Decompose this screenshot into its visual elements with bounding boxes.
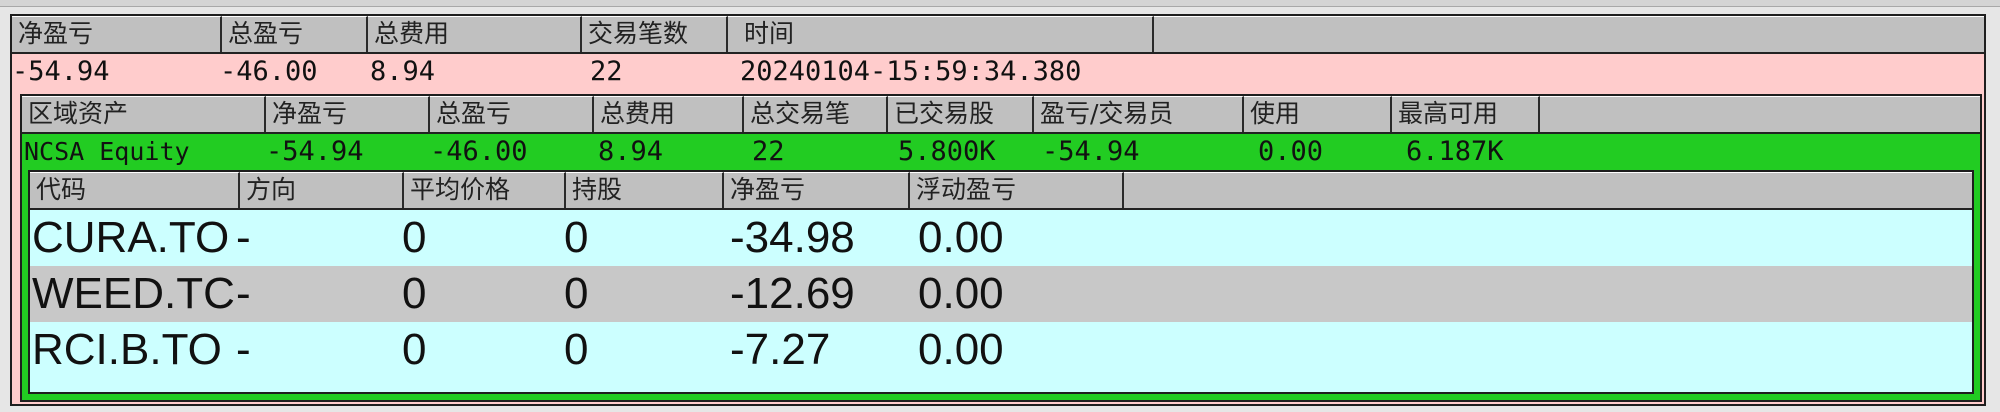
- summary-header-total-pnl[interactable]: 总盈亏: [222, 16, 368, 52]
- account-total-pnl-value: -46.00: [430, 136, 528, 167]
- account-header-row: 区域资产 净盈亏 总盈亏 总费用 总交易笔 已交易股 盈亏/交易员 使用 最高可…: [22, 96, 1980, 134]
- account-row[interactable]: NCSA Equity -54.94 -46.00 8.94 22 5.800K…: [22, 134, 1980, 170]
- position-avg-price: 0: [402, 269, 427, 318]
- positions-header-row: 代码 方向 平均价格 持股 净盈亏 浮动盈亏: [30, 172, 1972, 210]
- positions-panel: 代码 方向 平均价格 持股 净盈亏 浮动盈亏 CURA.TO - 0 0 -34…: [28, 170, 1974, 394]
- position-net-pnl: -7.27: [730, 325, 831, 374]
- position-side: -: [236, 213, 251, 262]
- position-symbol: RCI.B.TO: [32, 325, 222, 374]
- position-shares-held: 0: [564, 213, 589, 262]
- account-header-region-asset[interactable]: 区域资产: [22, 96, 266, 132]
- account-header-total-trades[interactable]: 总交易笔: [744, 96, 888, 132]
- positions-header-shares-held[interactable]: 持股: [566, 172, 724, 208]
- summary-net-pnl-value: -54.94: [12, 56, 110, 87]
- account-used-value: 0.00: [1258, 136, 1324, 167]
- position-unrealized-pnl: 0.00: [918, 213, 1004, 262]
- summary-header-total-fees[interactable]: 总费用: [368, 16, 582, 52]
- account-pnl-per-trader-value: -54.94: [1042, 136, 1140, 167]
- position-avg-price: 0: [402, 213, 427, 262]
- account-header-max-available[interactable]: 最高可用: [1392, 96, 1540, 132]
- position-row[interactable]: WEED.TC - 0 0 -12.69 0.00: [30, 266, 1972, 322]
- account-header-filler: [1540, 96, 1980, 132]
- summary-header-trade-count[interactable]: 交易笔数: [582, 16, 728, 52]
- position-row[interactable]: RCI.B.TO - 0 0 -7.27 0.00: [30, 322, 1972, 392]
- account-header-shares-traded[interactable]: 已交易股: [888, 96, 1034, 132]
- account-header-total-pnl[interactable]: 总盈亏: [430, 96, 594, 132]
- position-side: -: [236, 325, 251, 374]
- summary-header-row: 净盈亏 总盈亏 总费用 交易笔数 时间: [12, 16, 1984, 54]
- position-shares-held: 0: [564, 269, 589, 318]
- position-net-pnl: -12.69: [730, 269, 855, 318]
- account-header-used[interactable]: 使用: [1244, 96, 1392, 132]
- account-net-pnl-value: -54.94: [266, 136, 364, 167]
- positions-header-avg-price[interactable]: 平均价格: [404, 172, 566, 208]
- position-symbol: CURA.TO: [32, 213, 230, 262]
- account-header-total-fees[interactable]: 总费用: [594, 96, 744, 132]
- position-net-pnl: -34.98: [730, 213, 855, 262]
- position-row[interactable]: CURA.TO - 0 0 -34.98 0.00: [30, 210, 1972, 266]
- account-shares-traded-value: 5.800K: [898, 136, 996, 167]
- position-side: -: [236, 269, 251, 318]
- summary-value-row: -54.94 -46.00 8.94 22 20240104-15:59:34.…: [12, 54, 1984, 90]
- positions-header-symbol[interactable]: 代码: [30, 172, 240, 208]
- positions-header-side[interactable]: 方向: [240, 172, 404, 208]
- summary-header-filler: [1154, 16, 1984, 52]
- account-max-available-value: 6.187K: [1406, 136, 1504, 167]
- positions-header-net-pnl[interactable]: 净盈亏: [724, 172, 910, 208]
- account-header-pnl-per-trader[interactable]: 盈亏/交易员: [1034, 96, 1244, 132]
- position-unrealized-pnl: 0.00: [918, 269, 1004, 318]
- summary-total-fees-value: 8.94: [370, 56, 436, 87]
- account-region-asset-value: NCSA Equity: [24, 137, 190, 166]
- summary-trade-count-value: 22: [590, 56, 623, 87]
- account-total-trades-value: 22: [752, 136, 785, 167]
- account-header-net-pnl[interactable]: 净盈亏: [266, 96, 430, 132]
- summary-header-net-pnl[interactable]: 净盈亏: [12, 16, 222, 52]
- positions-header-filler: [1124, 172, 1972, 208]
- window-top-edge: [0, 0, 2000, 7]
- summary-header-time[interactable]: 时间: [728, 16, 1154, 52]
- position-symbol: WEED.TC: [32, 269, 235, 318]
- summary-total-pnl-value: -46.00: [220, 56, 318, 87]
- positions-header-unrealized-pnl[interactable]: 浮动盈亏: [910, 172, 1124, 208]
- position-avg-price: 0: [402, 325, 427, 374]
- position-unrealized-pnl: 0.00: [918, 325, 1004, 374]
- summary-time-value: 20240104-15:59:34.380: [740, 56, 1082, 87]
- position-shares-held: 0: [564, 325, 589, 374]
- account-total-fees-value: 8.94: [598, 136, 664, 167]
